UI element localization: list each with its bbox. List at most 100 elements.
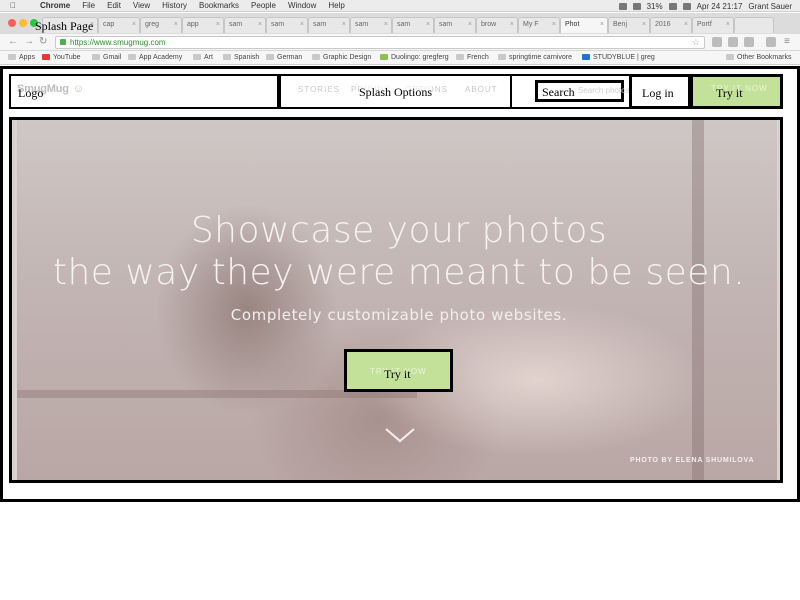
tab[interactable]: sam × [392,17,434,33]
tab-close-icon[interactable]: × [132,21,136,28]
tab[interactable]: cap × [98,17,140,33]
bookmark-app-academy[interactable]: App Academy [128,54,182,61]
menu-bookmarks[interactable]: Bookmarks [199,1,239,10]
tab-close-icon[interactable]: × [642,21,646,28]
apps-icon [8,54,16,60]
search-placeholder: Search photos... [578,86,637,95]
tab-close-icon[interactable]: × [300,21,304,28]
bookmark-springtime-carnivore[interactable]: springtime carnivore [498,54,572,61]
tab-close-icon[interactable]: × [216,21,220,28]
bookmark-graphic-design[interactable]: Graphic Design [312,54,371,61]
tab-close-icon[interactable]: × [174,21,178,28]
logo-annotation: Logo [18,86,44,100]
folder-icon [128,54,136,60]
macos-menu-bar:  Chrome File Edit View History Bookmark… [0,0,800,12]
tab[interactable]: Benj × [608,17,650,33]
tab-close-icon[interactable]: × [552,21,556,28]
tab-close-icon[interactable]: × [510,21,514,28]
menu-people[interactable]: People [251,1,276,10]
tab-close-icon[interactable]: × [684,21,688,28]
menu-file[interactable]: File [82,1,95,10]
page-icon [498,54,506,60]
bookmark-duolingo[interactable]: Duolingo: gregferg [380,54,449,61]
tab[interactable]: 2016 × [650,17,692,33]
extension-icon[interactable] [728,37,738,47]
menu-view[interactable]: View [133,1,150,10]
tab[interactable]: sam × [308,17,350,33]
hero-headline: Showcase your photos the way they were m… [12,210,780,294]
menu-icon[interactable]: ≡ [784,36,790,47]
menu-app-name[interactable]: Chrome [40,1,70,10]
folder-icon [456,54,464,60]
tab[interactable]: sam × [434,17,476,33]
tab[interactable]: sam × [224,17,266,33]
status-app-icon[interactable] [618,2,627,10]
back-icon[interactable]: ← [8,36,18,47]
duolingo-icon [380,54,388,60]
tab[interactable]: app × [182,17,224,33]
menu-help[interactable]: Help [328,1,344,10]
bookmarks-bar: Apps YouTube Gmail App Academy Art Spani… [0,51,800,65]
youtube-icon [42,54,50,60]
folder-icon [726,54,734,60]
wifi-icon[interactable] [668,2,677,10]
tab-close-icon[interactable]: × [384,21,388,28]
try-it-header-annotation: Try it [716,86,743,100]
minimize-window-icon[interactable] [19,19,27,27]
bookmark-german[interactable]: German [266,54,302,61]
bookmark-french[interactable]: French [456,54,489,61]
tab-close-icon[interactable]: × [468,21,472,28]
tab[interactable]: sam × [350,17,392,33]
clock[interactable]: Apr 24 21:17 [697,2,743,11]
tab-active[interactable]: Phot × [560,17,608,33]
hero-photo [17,120,777,480]
tab-close-icon[interactable]: × [600,21,604,28]
extension-icon[interactable] [712,37,722,47]
tab-close-icon[interactable]: × [342,21,346,28]
extension-icon[interactable] [744,37,754,47]
apple-icon[interactable]:  [10,1,22,10]
bookmark-star-icon[interactable]: ☆ [692,37,700,48]
smugmug-smile-icon: ☺ [72,83,84,95]
status-area: 31% Apr 24 21:17 Grant Sauer [618,0,792,12]
tab[interactable]: greg × [140,17,182,33]
reload-icon[interactable]: ↻ [39,36,47,47]
tab-close-icon[interactable]: × [258,21,262,28]
tab[interactable]: sam × [266,17,308,33]
folder-icon [193,54,201,60]
bookmark-youtube[interactable]: YouTube [42,54,81,61]
bookmark-studyblue[interactable]: STUDYBLUE | greg [582,54,655,61]
scroll-down-chevron-icon[interactable] [384,427,416,443]
folder-icon [266,54,274,60]
tab[interactable]: My F × [518,17,560,33]
tab[interactable]: Portf × [692,17,734,33]
search-annotation: Search [542,85,575,99]
nav-link-about[interactable]: ABOUT [465,85,498,94]
address-bar[interactable]: https://www.smugmug.com ☆ [55,36,705,49]
menu-edit[interactable]: Edit [107,1,121,10]
menu-history[interactable]: History [162,1,187,10]
hero-subheadline: Completely customizable photo websites. [230,306,568,324]
tab[interactable]: brow × [476,17,518,33]
forward-icon[interactable]: → [24,36,34,47]
tab-close-icon[interactable]: × [726,21,730,28]
menu-window[interactable]: Window [288,1,316,10]
close-window-icon[interactable] [8,19,16,27]
bookmark-art[interactable]: Art [193,54,213,61]
nav-link-stories[interactable]: STORIES [298,85,340,94]
address-url: https://www.smugmug.com [70,38,166,47]
dropbox-icon[interactable] [632,2,641,10]
tab-close-icon[interactable]: × [426,21,430,28]
battery-percent: 31% [646,1,663,11]
new-tab-button[interactable] [734,17,774,33]
bookmark-spanish[interactable]: Spanish [223,54,259,61]
hero-headline-line-2: the way they were meant to be seen. [52,252,746,293]
login-annotation: Log in [642,86,674,100]
bookmark-gmail[interactable]: Gmail [92,54,121,61]
user-name[interactable]: Grant Sauer [748,2,792,11]
bookmark-apps[interactable]: Apps [8,54,35,61]
volume-icon[interactable] [682,2,691,10]
extension-icon[interactable] [766,37,776,47]
bookmark-other[interactable]: Other Bookmarks [726,54,791,61]
browser-tab-strip: × cap × greg × app × sam × sam × sam × sam × sa… [0,13,800,34]
